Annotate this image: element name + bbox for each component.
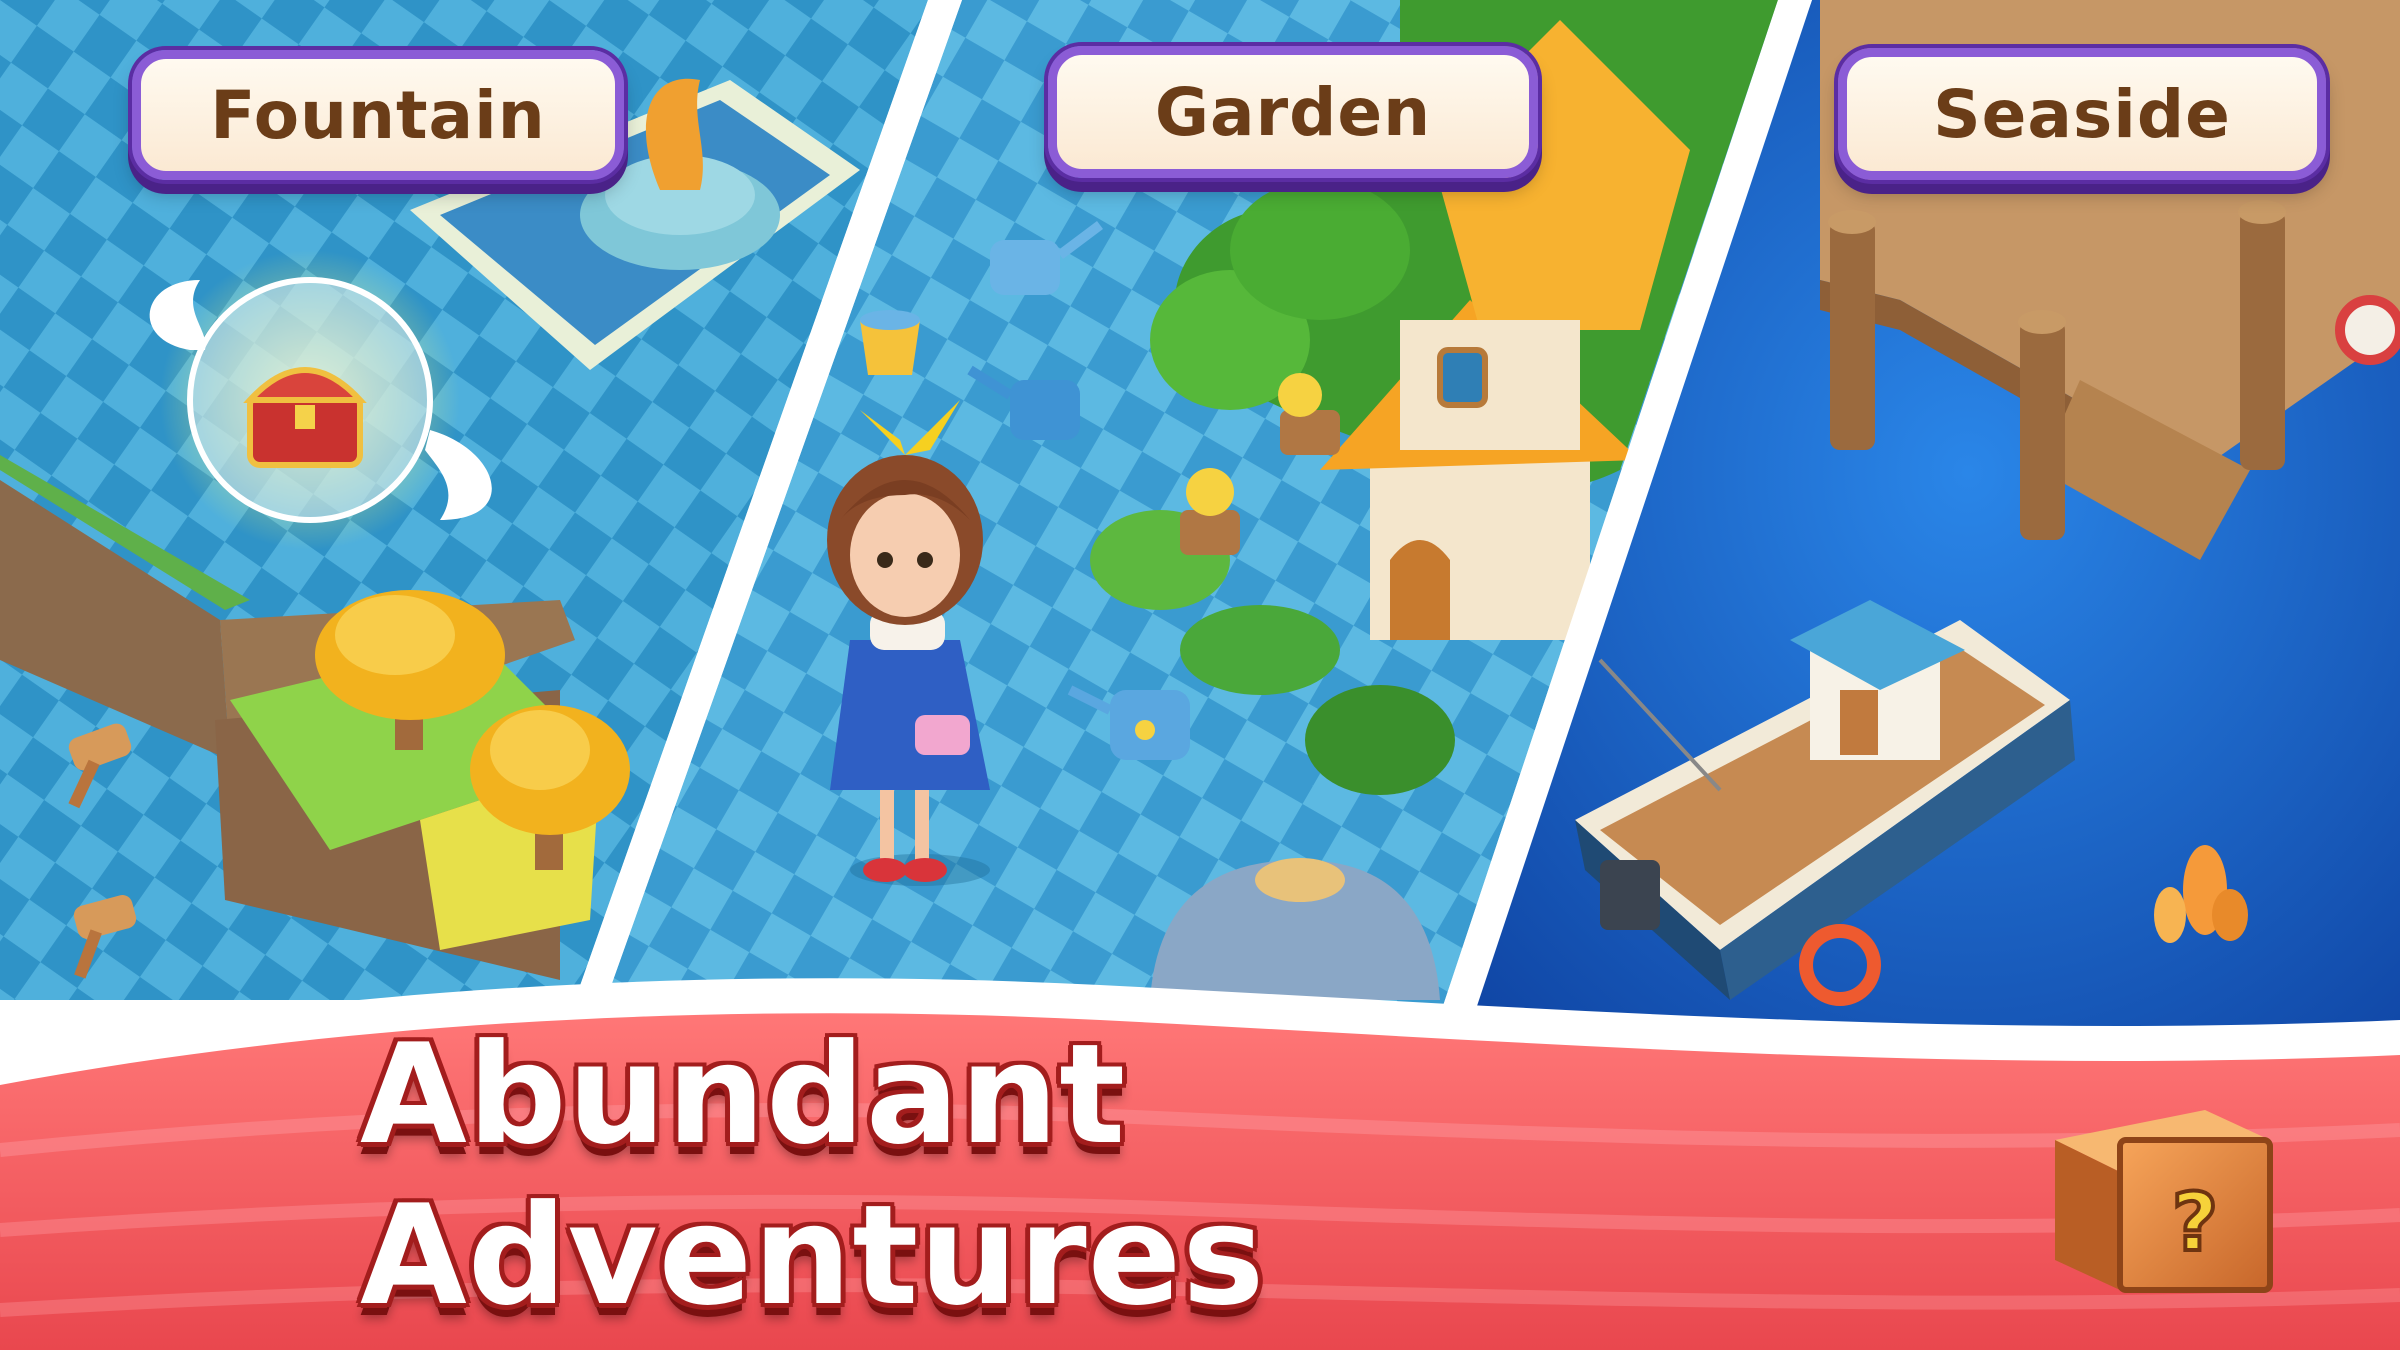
mystery-box-icon: ? (2055, 1110, 2273, 1293)
label-fountain: Fountain (132, 50, 624, 180)
bucket-icon (860, 310, 920, 375)
game-promo-screen: ? Fountain Garden Seaside Abundant Adven… (0, 0, 2400, 1350)
label-seaside: Seaside (1838, 48, 2326, 180)
svg-text:?: ? (2172, 1176, 2218, 1269)
banner-title: Abundant Adventures (360, 1014, 1266, 1336)
treasure-chest-icon (243, 367, 367, 468)
label-garden: Garden (1048, 46, 1538, 178)
